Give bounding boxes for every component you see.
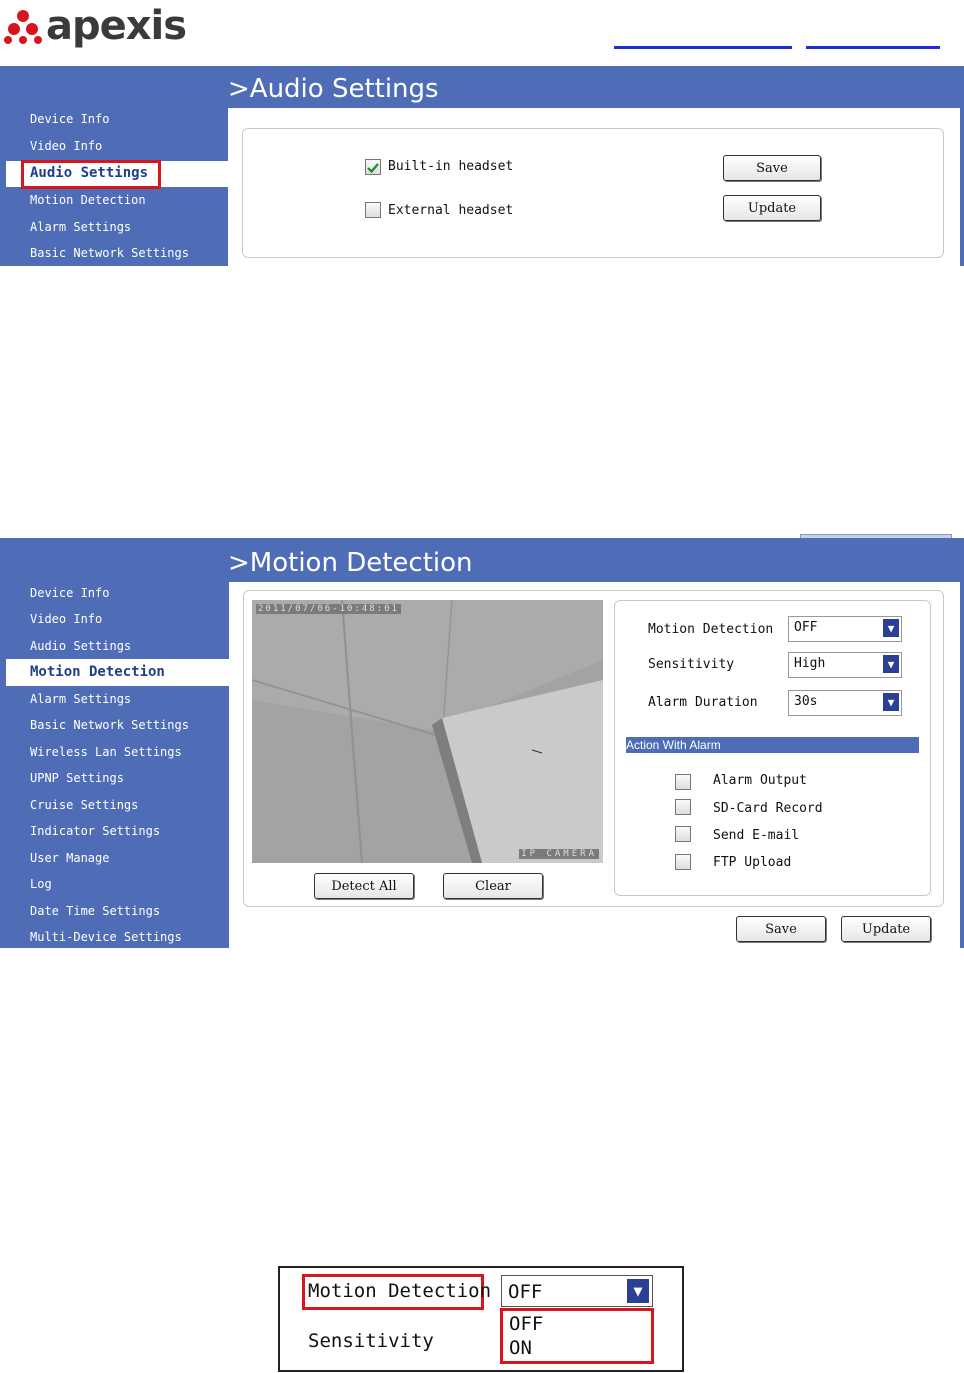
sidebar-item-motion-detection[interactable]: Motion Detection — [30, 193, 146, 207]
sidebar-item-video-info[interactable]: Video Info — [30, 612, 102, 626]
sidebar-item-wireless-lan[interactable]: Wireless Lan Settings — [30, 745, 182, 759]
dropdown-arrow-icon: ▼ — [883, 655, 899, 673]
camera-scene-image — [252, 600, 603, 863]
sd-card-record-label: SD-Card Record — [713, 801, 823, 816]
save-button[interactable]: Save — [723, 155, 821, 181]
sidebar-item-audio-settings[interactable]: Audio Settings — [30, 639, 131, 653]
dropdown-arrow-icon: ▼ — [627, 1279, 649, 1303]
sidebar-item-user-manage[interactable]: User Manage — [30, 851, 109, 865]
header-link-1[interactable] — [614, 46, 792, 49]
builtin-headset-label: Built-in headset — [388, 159, 514, 174]
detect-all-button[interactable]: Detect All — [314, 873, 414, 899]
apexis-logo: apexis — [4, 2, 187, 50]
motion-detection-screenshot: >Motion Detection Device Info Video Info… — [0, 538, 964, 948]
sensitivity-select[interactable]: High ▼ — [788, 652, 902, 678]
sidebar-item-device-info[interactable]: Device Info — [30, 112, 109, 126]
sidebar-item-motion-detection-active[interactable]: Motion Detection — [6, 659, 229, 686]
action-with-alarm-header: Action With Alarm — [626, 737, 919, 753]
sidebar-item-alarm-settings[interactable]: Alarm Settings — [30, 220, 131, 234]
update-button[interactable]: Update — [723, 195, 821, 221]
alarm-output-checkbox[interactable] — [675, 774, 691, 790]
sd-card-record-checkbox[interactable] — [675, 799, 691, 815]
camera-preview[interactable]: 2011/07/06-10:48:01 IP CAMERA — [252, 600, 603, 863]
checkmark-icon — [367, 163, 379, 174]
logo-wordmark: apexis — [46, 3, 187, 49]
send-email-label: Send E-mail — [713, 828, 800, 843]
sidebar-item-date-time[interactable]: Date Time Settings — [30, 904, 160, 918]
motion-detection-select[interactable]: OFF ▼ — [788, 616, 902, 642]
page-title: >Motion Detection — [228, 548, 473, 578]
dropdown-arrow-icon: ▼ — [883, 693, 899, 711]
audio-settings-screenshot: >Audio Settings Device Info Video Info A… — [0, 66, 964, 266]
external-headset-label: External headset — [388, 203, 514, 218]
sidebar-item-alarm-settings[interactable]: Alarm Settings — [30, 692, 131, 706]
motion-detection-select[interactable]: OFF ▼ — [501, 1275, 653, 1307]
builtin-headset-checkbox[interactable] — [365, 159, 381, 175]
sidebar-item-device-info[interactable]: Device Info — [30, 586, 109, 600]
sidebar-item-basic-network[interactable]: Basic Network Settings — [30, 246, 189, 260]
sidebar-item-basic-network[interactable]: Basic Network Settings — [30, 718, 189, 732]
camera-tag: IP CAMERA — [519, 849, 599, 859]
option-on[interactable]: ON — [509, 1337, 532, 1359]
audio-settings-box — [242, 128, 944, 258]
clear-button[interactable]: Clear — [443, 873, 543, 899]
ftp-upload-label: FTP Upload — [713, 855, 792, 870]
alarm-duration-select[interactable]: 30s ▼ — [788, 690, 902, 716]
sidebar-item-log[interactable]: Log — [30, 877, 52, 891]
page-title: >Audio Settings — [228, 74, 439, 104]
dropdown-arrow-icon: ▼ — [883, 619, 899, 637]
highlight-red-box — [21, 160, 161, 189]
sidebar-item-video-info[interactable]: Video Info — [30, 139, 102, 153]
sensitivity-label: Sensitivity — [648, 657, 735, 672]
motion-dropdown-zoom-callout: Motion Detection Sensitivity OFF ▼ OFF O… — [278, 1266, 684, 1372]
header-link-2[interactable] — [806, 46, 940, 49]
sidebar-item-indicator[interactable]: Indicator Settings — [30, 824, 160, 838]
alarm-output-label: Alarm Output — [713, 773, 807, 788]
motion-detection-label: Motion Detection — [308, 1280, 492, 1302]
ftp-upload-checkbox[interactable] — [675, 854, 691, 870]
logo-mark-icon — [4, 10, 42, 44]
sidebar-item-upnp[interactable]: UPNP Settings — [30, 771, 124, 785]
sidebar-item-cruise[interactable]: Cruise Settings — [30, 798, 138, 812]
external-headset-checkbox[interactable] — [365, 202, 381, 218]
camera-timestamp: 2011/07/06-10:48:01 — [256, 604, 401, 614]
motion-detection-label: Motion Detection — [648, 622, 774, 637]
send-email-checkbox[interactable] — [675, 826, 691, 842]
sidebar-item-multi-device[interactable]: Multi-Device Settings — [30, 930, 182, 944]
sensitivity-label: Sensitivity — [308, 1330, 434, 1352]
option-off[interactable]: OFF — [509, 1313, 543, 1335]
update-button[interactable]: Update — [841, 916, 931, 942]
alarm-duration-label: Alarm Duration — [648, 695, 758, 710]
save-button[interactable]: Save — [736, 916, 826, 942]
